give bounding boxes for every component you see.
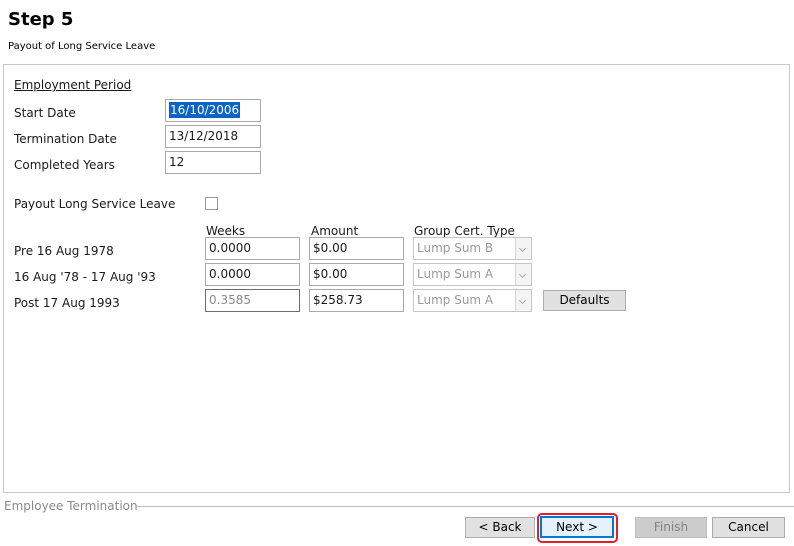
row-pre-1978-weeks-input[interactable]: 0.0000 xyxy=(205,237,300,260)
weeks-column-header: Weeks xyxy=(206,224,246,238)
row-1978-1993-amount-input[interactable]: $0.00 xyxy=(309,263,404,286)
back-button[interactable]: < Back xyxy=(465,517,535,538)
chevron-down-icon xyxy=(515,238,531,259)
next-button[interactable]: Next > xyxy=(540,516,614,538)
amount-column-header: Amount xyxy=(311,224,359,238)
row-post-1993-weeks-input[interactable]: 0.3585 xyxy=(205,289,300,312)
completed-years-label: Completed Years xyxy=(14,158,115,172)
row-1978-1993-weeks-input[interactable]: 0.0000 xyxy=(205,263,300,286)
row-pre-1978-amount-input[interactable]: $0.00 xyxy=(309,237,404,260)
start-date-value: 16/10/2006 xyxy=(169,102,241,118)
row-pre-1978-group-value: Lump Sum B xyxy=(417,241,494,255)
row-1978-1993-group-select[interactable]: Lump Sum A xyxy=(413,263,532,286)
termination-date-label: Termination Date xyxy=(14,132,117,146)
footer-divider xyxy=(137,506,794,507)
completed-years-input[interactable]: 12 xyxy=(165,151,261,174)
payout-lsl-checkbox[interactable] xyxy=(205,197,218,210)
page-title: Step 5 xyxy=(8,9,74,30)
row-pre-1978-group-select[interactable]: Lump Sum B xyxy=(413,237,532,260)
row-post-1993-group-value: Lump Sum A xyxy=(417,293,494,307)
start-date-label: Start Date xyxy=(14,106,76,120)
row-1978-1993-group-value: Lump Sum A xyxy=(417,267,494,281)
finish-button[interactable]: Finish xyxy=(635,517,707,538)
payout-lsl-label: Payout Long Service Leave xyxy=(14,197,176,211)
row-post-1993-label: Post 17 Aug 1993 xyxy=(14,296,120,310)
row-pre-1978-label: Pre 16 Aug 1978 xyxy=(14,244,114,258)
page-subtitle: Payout of Long Service Leave xyxy=(8,41,156,52)
row-post-1993-group-select[interactable]: Lump Sum A xyxy=(413,289,532,312)
cancel-button[interactable]: Cancel xyxy=(712,517,785,538)
employment-period-heading: Employment Period xyxy=(14,78,132,92)
start-date-input[interactable]: 16/10/2006 xyxy=(165,99,261,122)
termination-date-input[interactable]: 13/12/2018 xyxy=(165,125,261,148)
chevron-down-icon xyxy=(515,290,531,311)
row-1978-1993-label: 16 Aug '78 - 17 Aug '93 xyxy=(14,270,156,284)
row-post-1993-amount-input[interactable]: $258.73 xyxy=(309,289,404,312)
employee-termination-label: Employee Termination xyxy=(4,499,138,513)
chevron-down-icon xyxy=(515,264,531,285)
defaults-button[interactable]: Defaults xyxy=(543,290,626,311)
group-cert-column-header: Group Cert. Type xyxy=(414,224,515,238)
